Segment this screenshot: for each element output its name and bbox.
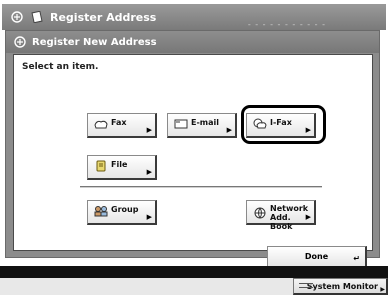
fax-icon [94, 118, 108, 129]
done-button[interactable]: Done ↵ [267, 246, 367, 268]
file-icon [94, 160, 108, 171]
arrow-icon: ▶ [146, 126, 152, 134]
email-icon [174, 118, 188, 129]
enter-icon: ↵ [353, 254, 360, 263]
arrow-icon: ▶ [305, 213, 311, 221]
arrow-icon: ▶ [146, 168, 152, 176]
bottom-bar [0, 266, 388, 278]
network-address-book-button[interactable]: Network Add. Book ▶ [246, 200, 316, 231]
selection-panel: Select an item. Fax ▶ E-mail ▶ I-Fax ▶ F… [13, 54, 373, 268]
screen: Register Address - - - - - - - - - - - R… [0, 0, 388, 295]
window-title-bar: Register Address - - - - - - - - - - - [2, 4, 386, 30]
fax-button[interactable]: Fax ▶ [87, 113, 157, 138]
window-title: Register Address [50, 10, 157, 24]
file-button[interactable]: File ▶ [87, 155, 157, 180]
back-icon[interactable] [10, 10, 24, 24]
system-monitor-button[interactable]: System Monitor ▶ [293, 278, 388, 295]
dialog-title-bar: Register New Address [6, 31, 379, 53]
network-address-book-icon [253, 207, 267, 218]
register-new-address-dialog: Register New Address Select an item. Fax… [5, 30, 380, 268]
done-label: Done [304, 252, 329, 261]
arrow-icon: ▶ [226, 126, 232, 134]
arrow-icon: ▶ [146, 213, 152, 221]
selection-highlight [241, 105, 326, 144]
group-button[interactable]: Group ▶ [87, 200, 157, 225]
network-label-line1: Network [270, 204, 309, 213]
dialog-title: Register New Address [32, 36, 157, 48]
divider-highlight [80, 187, 322, 188]
group-icon [94, 205, 108, 216]
address-book-icon [30, 10, 44, 24]
faded-header-text: - - - - - - - - - - - [247, 20, 326, 29]
system-monitor-label: System Monitor [306, 281, 378, 291]
fax-label: Fax [111, 118, 127, 127]
email-label: E-mail [191, 118, 220, 127]
monitor-icon [299, 283, 313, 288]
arrow-icon: ▶ [380, 286, 385, 293]
group-label: Group [111, 205, 139, 214]
select-item-prompt: Select an item. [22, 62, 99, 72]
dialog-icon [14, 36, 26, 48]
email-button[interactable]: E-mail ▶ [167, 113, 237, 138]
file-label: File [111, 160, 128, 169]
